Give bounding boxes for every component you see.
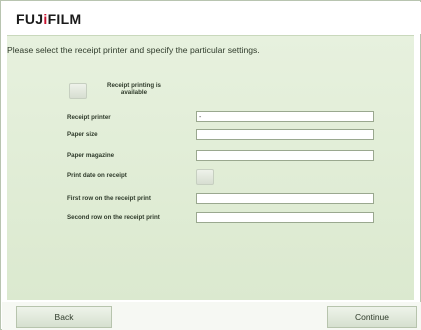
instruction-text: Please select the receipt printer and sp… [7, 45, 260, 55]
receipt-printing-available-label: Receipt printing is available [99, 82, 169, 96]
first-row-label: First row on the receipt print [67, 195, 151, 202]
logo-suffix: FILM [47, 11, 82, 27]
header-bar: FUJiFILM [2, 2, 421, 34]
receipt-printer-label: Receipt printer [67, 114, 111, 121]
second-row-label: Second row on the receipt print [67, 214, 160, 221]
print-date-checkbox[interactable] [196, 169, 214, 185]
second-row-field[interactable] [196, 212, 374, 223]
receipt-printer-field[interactable]: - [196, 111, 374, 122]
back-button[interactable]: Back [16, 306, 112, 328]
continue-button[interactable]: Continue [327, 306, 417, 328]
app-window: FUJiFILM Please select the receipt print… [0, 0, 421, 330]
paper-magazine-field[interactable] [196, 150, 374, 161]
logo-prefix: FUJ [16, 11, 44, 27]
first-row-field[interactable] [196, 193, 374, 204]
settings-panel [7, 35, 414, 300]
paper-size-label: Paper size [67, 131, 98, 138]
receipt-printing-label-line2: available [120, 89, 148, 96]
receipt-printing-label-line1: Receipt printing is [107, 82, 161, 89]
paper-size-field[interactable] [196, 129, 374, 140]
receipt-printing-available-checkbox[interactable] [69, 83, 87, 99]
fujifilm-logo: FUJiFILM [16, 11, 81, 27]
paper-magazine-label: Paper magazine [67, 152, 115, 159]
print-date-label: Print date on receipt [67, 172, 127, 179]
